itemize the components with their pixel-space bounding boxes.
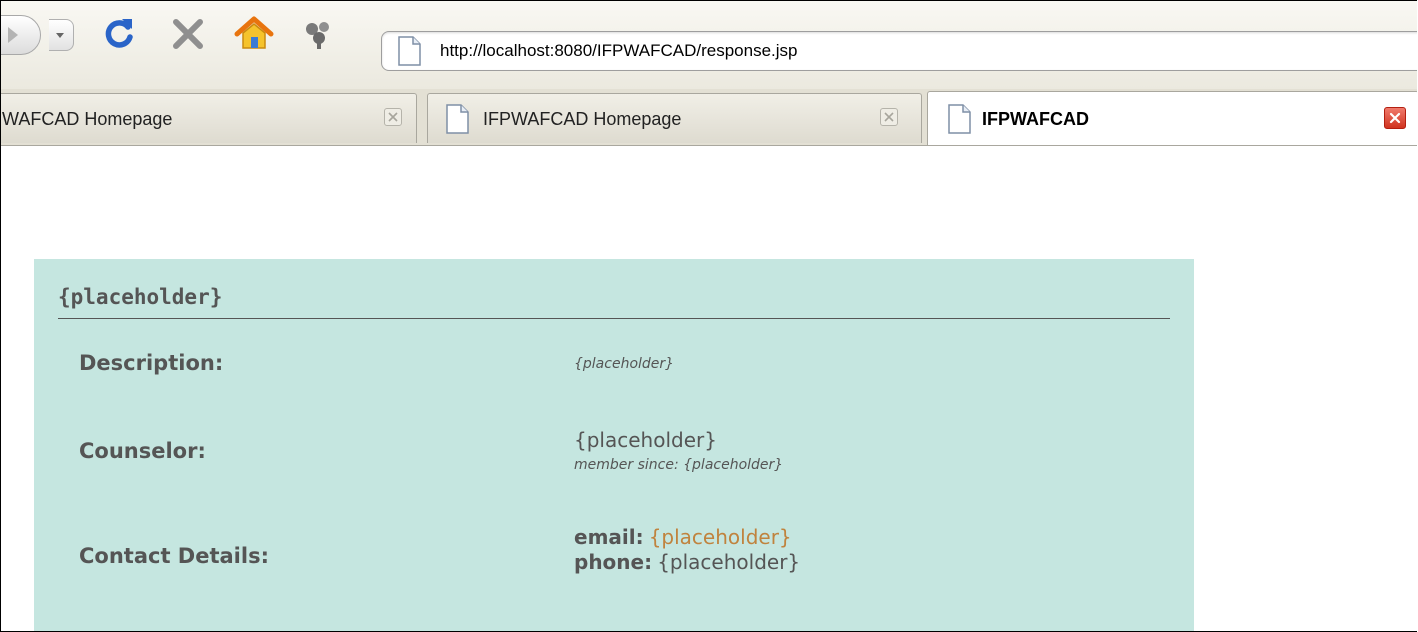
reload-button[interactable]: [99, 13, 141, 55]
back-arrow-icon: [8, 27, 18, 43]
page-icon: [446, 104, 469, 134]
navigation-toolbar: http://localhost:8080/IFPWAFCAD/response…: [1, 1, 1417, 89]
phone-label: phone:: [574, 550, 653, 574]
tab-label: WAFCAD Homepage: [2, 109, 173, 129]
page-icon: [398, 36, 421, 66]
counselor-label: Counselor:: [79, 439, 206, 463]
close-tab-icon[interactable]: [880, 108, 898, 126]
browser-window: http://localhost:8080/IFPWAFCAD/response…: [0, 0, 1417, 632]
tab-wafcad-homepage[interactable]: WAFCAD Homepage: [1, 93, 417, 143]
close-tab-icon[interactable]: [384, 108, 402, 126]
email-link[interactable]: {placeholder}: [649, 525, 792, 549]
addon-icon: [306, 22, 329, 49]
tab-strip: WAFCAD Homepage IFPWAFCAD Homepage IFPWA…: [1, 89, 1417, 146]
panel-title: {placeholder}: [58, 285, 223, 309]
close-tab-icon[interactable]: [1384, 107, 1406, 129]
url-text[interactable]: http://localhost:8080/IFPWAFCAD/response…: [440, 41, 797, 61]
tab-ifpwafcad-homepage[interactable]: IFPWAFCAD Homepage: [427, 93, 922, 143]
email-label: email:: [574, 525, 644, 549]
tab-label: IFPWAFCAD Homepage: [483, 109, 682, 129]
address-bar[interactable]: http://localhost:8080/IFPWAFCAD/response…: [381, 31, 1417, 71]
home-icon: [234, 16, 274, 49]
page-icon: [948, 104, 971, 134]
phone-line: phone: {placeholder}: [574, 550, 800, 574]
email-line: email: {placeholder}: [574, 525, 792, 549]
tab-label: IFPWAFCAD: [982, 109, 1089, 129]
counselor-name: {placeholder}: [574, 428, 717, 452]
tab-ifpwafcad[interactable]: IFPWAFCAD: [927, 91, 1417, 145]
reload-icon: [105, 19, 133, 48]
member-since: member since: {placeholder}: [574, 457, 784, 473]
stop-icon: [173, 19, 203, 49]
phone-value: {placeholder}: [657, 550, 801, 574]
title-divider: [58, 318, 1170, 319]
history-dropdown-button[interactable]: [49, 19, 74, 51]
description-label: Description:: [79, 351, 224, 375]
page-content: {placeholder} Description: {placeholder}…: [1, 146, 1417, 631]
description-value: {placeholder}: [574, 356, 675, 372]
contact-details-label: Contact Details:: [79, 544, 269, 568]
counselor-panel: {placeholder} Description: {placeholder}…: [34, 259, 1194, 631]
history-dropdown-icon: [56, 33, 64, 38]
addon-button[interactable]: [297, 13, 339, 55]
stop-button[interactable]: [167, 13, 209, 55]
home-button[interactable]: [233, 13, 275, 55]
back-button[interactable]: [1, 15, 41, 55]
